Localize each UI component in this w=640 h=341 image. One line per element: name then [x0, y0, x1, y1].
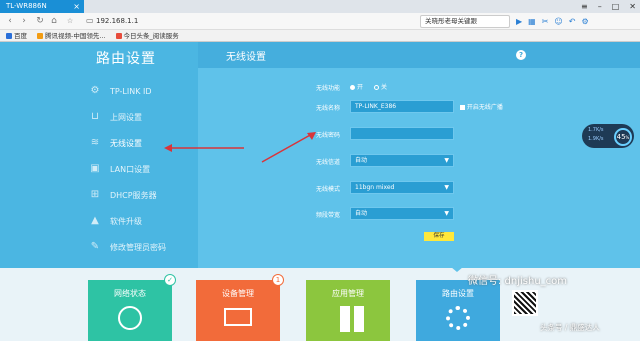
forward-icon[interactable]: › — [18, 15, 30, 27]
grid-icon[interactable]: ▦ — [528, 15, 536, 28]
video-icon — [37, 32, 43, 39]
tab-title: TL-WR886N — [6, 2, 47, 10]
bookmark-item[interactable]: 腾讯视频-中国领先... — [37, 30, 106, 41]
window-controls: ≡ – □ ✕ — [581, 0, 636, 13]
user-icon[interactable]: ☺ — [554, 15, 562, 28]
play-icon[interactable]: ▶ — [516, 15, 522, 28]
address-bar[interactable]: 192.168.1.1 — [96, 16, 138, 27]
arrow-to-password — [261, 133, 313, 163]
bookmarks-bar: 百度 腾讯视频-中国领先... 今日头条_阅读服务 — [0, 30, 640, 42]
menu-icon[interactable]: ≡ — [581, 0, 588, 13]
watermark-toutiao: 头条号 / 鼎盛达人 — [540, 323, 600, 332]
browser-tab-bar: TL-WR886N × ≡ – □ ✕ — [0, 0, 640, 13]
settings-icon[interactable]: ⚙ — [581, 15, 588, 28]
home-button-icon[interactable]: ⌂ — [48, 15, 60, 27]
minimize-icon[interactable]: – — [598, 0, 602, 13]
close-tab-icon[interactable]: × — [73, 0, 80, 13]
annotation-arrows — [164, 132, 316, 163]
search-input[interactable]: 关晓彤老母关键跟 — [420, 15, 510, 28]
undo-icon[interactable]: ↶ — [569, 15, 576, 28]
star-icon[interactable]: ☆ — [64, 15, 76, 27]
cut-icon[interactable]: ✂ — [542, 15, 549, 28]
page-icon: ▭ — [86, 16, 94, 25]
qr-code — [512, 290, 538, 316]
browser-toolbar: ‹ › ↻ ⌂ ☆ ▭ 192.168.1.1 关晓彤老母关键跟 ▶ ▦ ✂ ☺… — [0, 13, 640, 30]
toolbar-icons: ▶ ▦ ✂ ☺ ↶ ⚙ — [516, 15, 589, 28]
baidu-icon — [6, 32, 12, 39]
refresh-icon[interactable]: ↻ — [34, 15, 46, 27]
maximize-icon[interactable]: □ — [612, 0, 620, 13]
arrowhead-icon — [164, 144, 172, 152]
browser-tab[interactable]: TL-WR886N × — [0, 0, 84, 13]
news-icon — [115, 32, 122, 39]
bookmark-item[interactable]: 百度 — [6, 30, 27, 41]
close-window-icon[interactable]: ✕ — [629, 0, 636, 13]
back-icon[interactable]: ‹ — [4, 15, 16, 27]
router-page: 路由设置 ⚙ TP-LINK ID ⊔ 上网设置 ≋ 无线设置 ▣ LAN口设置… — [0, 42, 640, 341]
bookmark-item[interactable]: 今日头条_阅读服务 — [115, 30, 179, 41]
watermark-wechat: 微信号: dnjishu_com — [468, 276, 568, 287]
